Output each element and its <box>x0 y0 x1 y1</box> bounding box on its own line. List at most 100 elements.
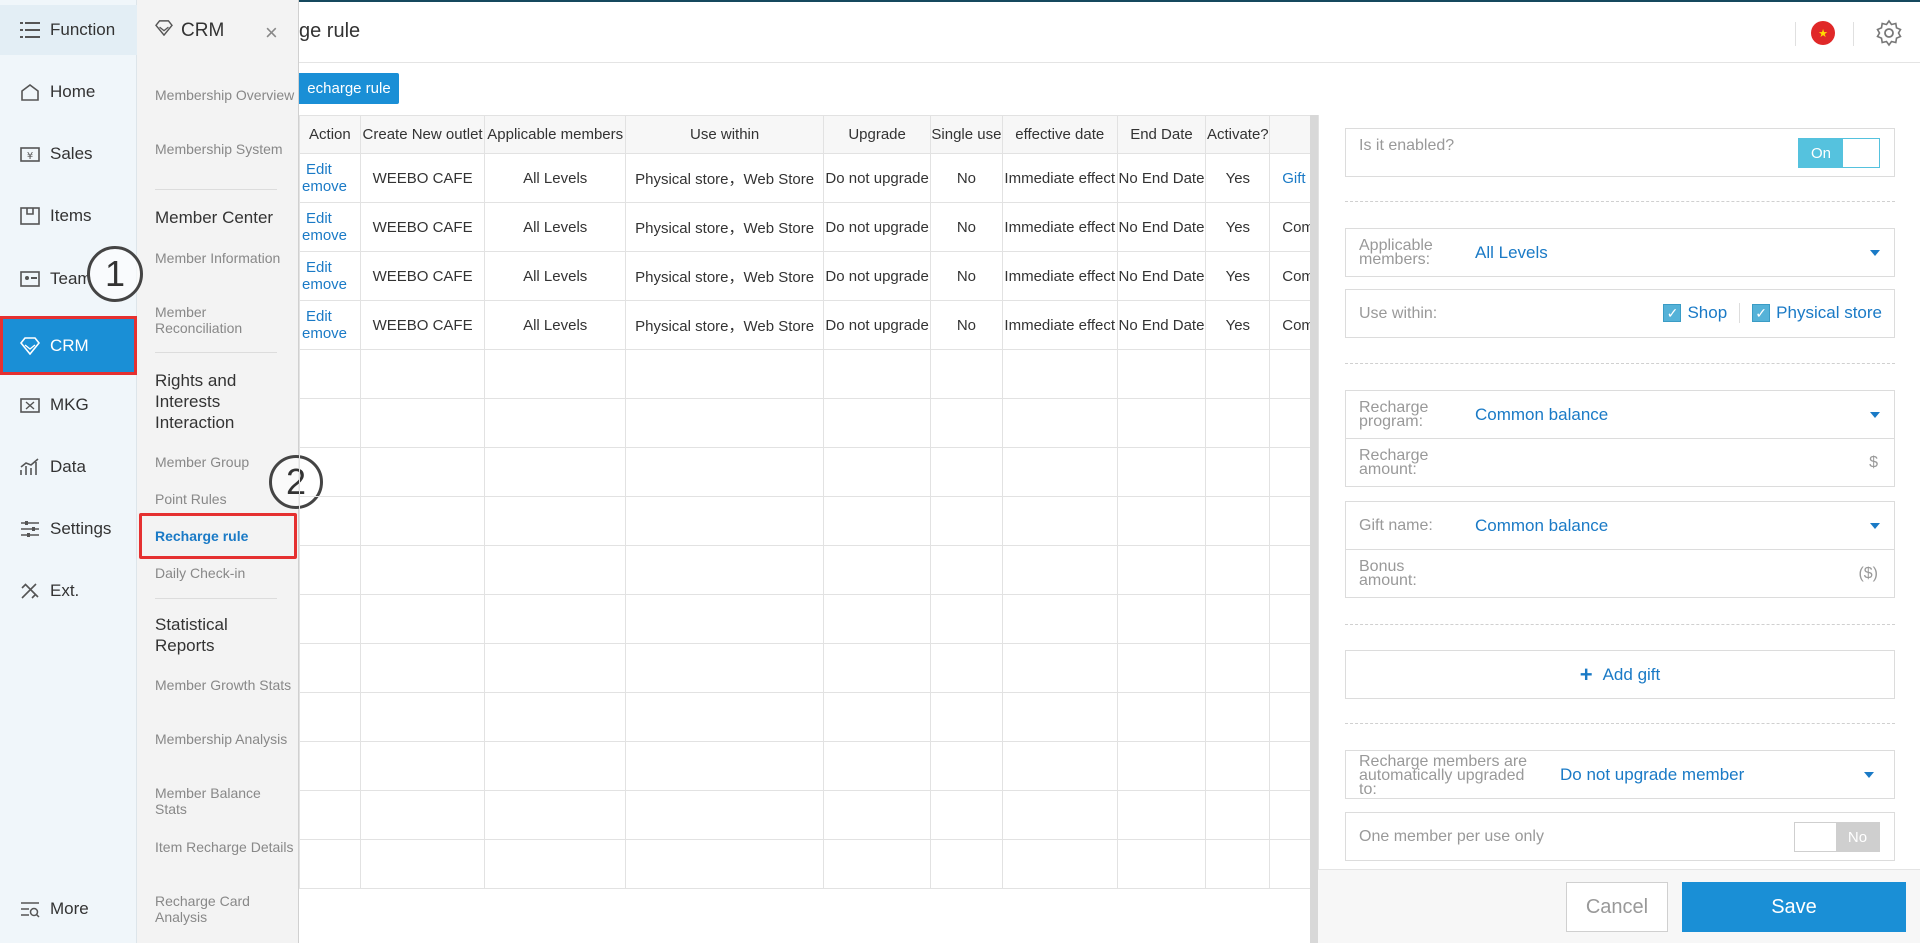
divider <box>1795 22 1796 46</box>
submenu-membership-overview[interactable]: Membership Overview <box>155 87 295 103</box>
column-header-effective-date: effective date <box>1001 115 1118 154</box>
table-row: Edit emove WEEBO CAFE All Levels Physical… <box>299 202 1315 252</box>
table-row: Edit emove WEEBO CAFE All Levels Physical… <box>299 300 1315 350</box>
edit-link[interactable]: Edit <box>302 308 359 325</box>
main-nav-rail: Function Home ¥ Sales Items Team CRM MKG… <box>0 0 137 943</box>
edit-link[interactable]: Edit <box>302 210 359 227</box>
submenu-member-information[interactable]: Member Information <box>155 250 295 266</box>
cell-effective-date: Immediate effect <box>1001 153 1118 203</box>
divider <box>1345 624 1895 625</box>
gift-name-label: Gift name: <box>1359 517 1433 534</box>
submenu-daily-checkin[interactable]: Daily Check-in <box>155 565 295 581</box>
column-header-gift <box>1269 115 1315 154</box>
add-recharge-rule-button[interactable]: echarge rule <box>299 73 399 104</box>
more-icon <box>20 899 40 919</box>
toggle-state: On <box>1799 139 1843 167</box>
auto-upgrade-select[interactable]: Recharge members are automatically upgra… <box>1345 750 1895 799</box>
cancel-button[interactable]: Cancel <box>1566 882 1668 932</box>
language-flag-icon[interactable]: ★ <box>1811 21 1835 45</box>
enabled-label: Is it enabled? <box>1359 137 1455 154</box>
check-icon: ✓ <box>1752 304 1771 322</box>
empty-row <box>299 839 1315 889</box>
table-header-row: Action Create New outlet Applicable memb… <box>299 115 1315 154</box>
submenu-member-growth-stats[interactable]: Member Growth Stats <box>155 677 295 693</box>
remove-link[interactable]: emove <box>302 276 359 293</box>
submenu-recharge-card-analysis[interactable]: Recharge Card Analysis <box>155 893 295 925</box>
cell-upgrade: Do not upgrade <box>823 251 931 301</box>
nav-item-items[interactable]: Items <box>0 191 137 241</box>
chevron-down-icon <box>1870 250 1880 256</box>
recharge-amount-input[interactable]: Recharge amount: $ <box>1345 438 1895 487</box>
cell-upgrade: Do not upgrade <box>823 153 931 203</box>
nav-item-ext[interactable]: Ext. <box>0 566 137 616</box>
cell-end-date: No End Date <box>1116 300 1207 350</box>
members-label: Applicable members: <box>1359 237 1433 268</box>
gear-icon[interactable] <box>1875 19 1903 47</box>
members-value: All Levels <box>1475 243 1548 262</box>
recharge-rules-table: Action Create New outlet Applicable memb… <box>299 115 1315 943</box>
gift-name-select[interactable]: Gift name: Common balance <box>1345 501 1895 550</box>
remove-link[interactable]: emove <box>302 178 359 195</box>
column-header-action: Action <box>299 115 361 154</box>
table-row: Edit emove WEEBO CAFE All Levels Physical… <box>299 251 1315 301</box>
submenu-member-reconciliation[interactable]: Member Reconciliation <box>155 304 295 336</box>
save-button[interactable]: Save <box>1682 882 1906 932</box>
remove-link[interactable]: emove <box>302 325 359 342</box>
cell-gift[interactable]: Gift <box>1269 153 1315 203</box>
divider <box>1853 22 1854 46</box>
recharge-program-select[interactable]: Recharge program: Common balance <box>1345 390 1895 439</box>
cell-activate: Yes <box>1205 300 1271 350</box>
edit-link[interactable]: Edit <box>302 161 359 178</box>
upgrade-value: Do not upgrade member <box>1560 765 1745 784</box>
nav-item-settings[interactable]: Settings <box>0 504 137 554</box>
check-icon: ✓ <box>1663 304 1682 322</box>
cell-upgrade: Do not upgrade <box>823 202 931 252</box>
cell-single-use: No <box>929 202 1003 252</box>
panel-splitter[interactable] <box>1310 115 1318 943</box>
cell-single-use: No <box>929 251 1003 301</box>
amount-unit: $ <box>1869 454 1878 471</box>
submenu-membership-system[interactable]: Membership System <box>155 141 295 157</box>
empty-row <box>299 398 1315 448</box>
cell-activate: Yes <box>1205 202 1271 252</box>
physical-store-checkbox[interactable]: ✓ Physical store <box>1752 303 1882 323</box>
submenu-member-balance-stats[interactable]: Member Balance Stats <box>155 785 295 817</box>
cell-outlet: WEEBO CAFE <box>359 300 486 350</box>
one-per-use-toggle[interactable]: No <box>1794 822 1880 852</box>
enabled-toggle[interactable]: On <box>1798 138 1880 168</box>
column-header-use-within: Use within <box>625 115 825 154</box>
shop-checkbox[interactable]: ✓ Shop <box>1663 303 1727 323</box>
nav-item-mkg[interactable]: MKG <box>0 380 137 430</box>
submenu-membership-analysis[interactable]: Membership Analysis <box>155 731 295 747</box>
nav-item-label: Home <box>50 82 96 101</box>
cell-end-date: No End Date <box>1116 202 1207 252</box>
column-header-single-use: Single use <box>929 115 1003 154</box>
sliders-icon <box>20 519 40 539</box>
nav-item-crm[interactable]: CRM <box>0 316 137 375</box>
enabled-field: Is it enabled? On <box>1345 128 1895 177</box>
function-menu[interactable]: Function <box>0 5 137 55</box>
members-select[interactable]: Applicable members: All Levels <box>1345 228 1895 277</box>
empty-row <box>299 790 1315 840</box>
nav-item-home[interactable]: Home <box>0 67 137 117</box>
cell-members: All Levels <box>484 300 627 350</box>
sales-icon: ¥ <box>20 144 40 164</box>
puzzle-icon <box>20 581 40 601</box>
nav-item-sales[interactable]: ¥ Sales <box>0 129 137 179</box>
nav-item-data[interactable]: Data <box>0 442 137 492</box>
divider <box>1739 303 1741 323</box>
shop-label: Shop <box>1687 303 1728 322</box>
remove-link[interactable]: emove <box>302 227 359 244</box>
program-value: Common balance <box>1475 405 1609 424</box>
nav-item-label: Data <box>50 457 86 476</box>
submenu-title: CRM <box>181 20 225 41</box>
edit-link[interactable]: Edit <box>302 259 359 276</box>
bonus-amount-input[interactable]: Bonus amount: ($) <box>1345 549 1895 598</box>
add-gift-button[interactable]: + Add gift <box>1345 650 1895 699</box>
submenu-item-recharge-details[interactable]: Item Recharge Details <box>155 839 295 855</box>
cell-activate: Yes <box>1205 153 1271 203</box>
close-icon[interactable]: × <box>265 20 278 46</box>
one-per-use-field: One member per use only No <box>1345 812 1895 861</box>
nav-item-more[interactable]: More <box>0 884 137 934</box>
cell-effective-date: Immediate effect <box>1001 202 1118 252</box>
